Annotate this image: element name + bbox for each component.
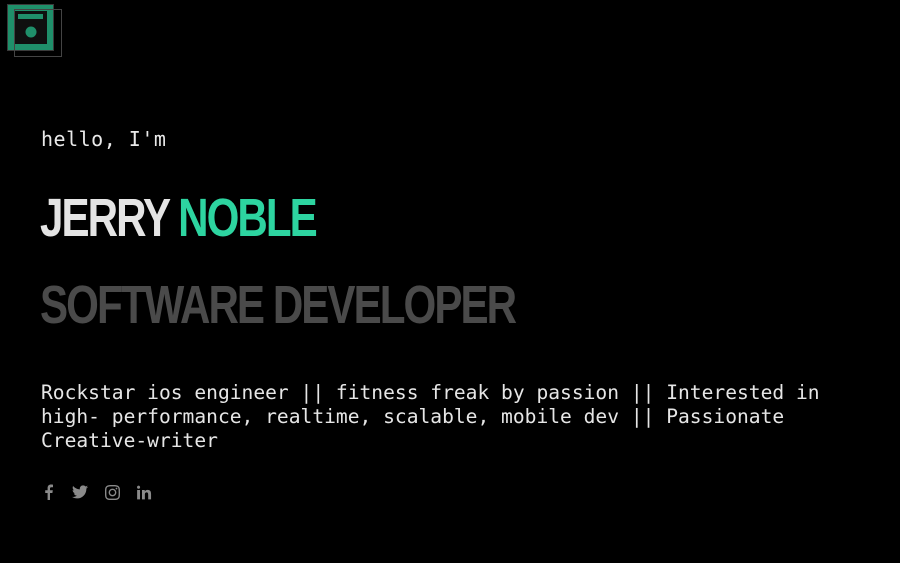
instagram-icon <box>104 484 120 500</box>
linkedin-link[interactable] <box>134 482 154 502</box>
social-links <box>38 482 154 502</box>
instagram-link[interactable] <box>102 482 122 502</box>
twitter-link[interactable] <box>70 482 90 502</box>
twitter-icon <box>72 485 88 499</box>
linkedin-icon <box>136 485 151 499</box>
first-name: JERRY <box>40 188 170 248</box>
last-name: NOBLE <box>178 188 318 248</box>
logo-button[interactable] <box>7 4 54 51</box>
role-title: SOFTWARE DEVELOPER <box>40 275 517 335</box>
hero-name: JERRY NOBLE <box>40 186 318 250</box>
facebook-icon <box>44 484 53 500</box>
page: hello, I'm JERRY NOBLE SOFTWARE DEVELOPE… <box>0 0 900 563</box>
bio-text: Rockstar ios engineer || fitness freak b… <box>41 381 820 452</box>
floppy-disk-icon <box>14 11 47 44</box>
facebook-link[interactable] <box>38 482 58 502</box>
greeting-text: hello, I'm <box>41 127 167 151</box>
